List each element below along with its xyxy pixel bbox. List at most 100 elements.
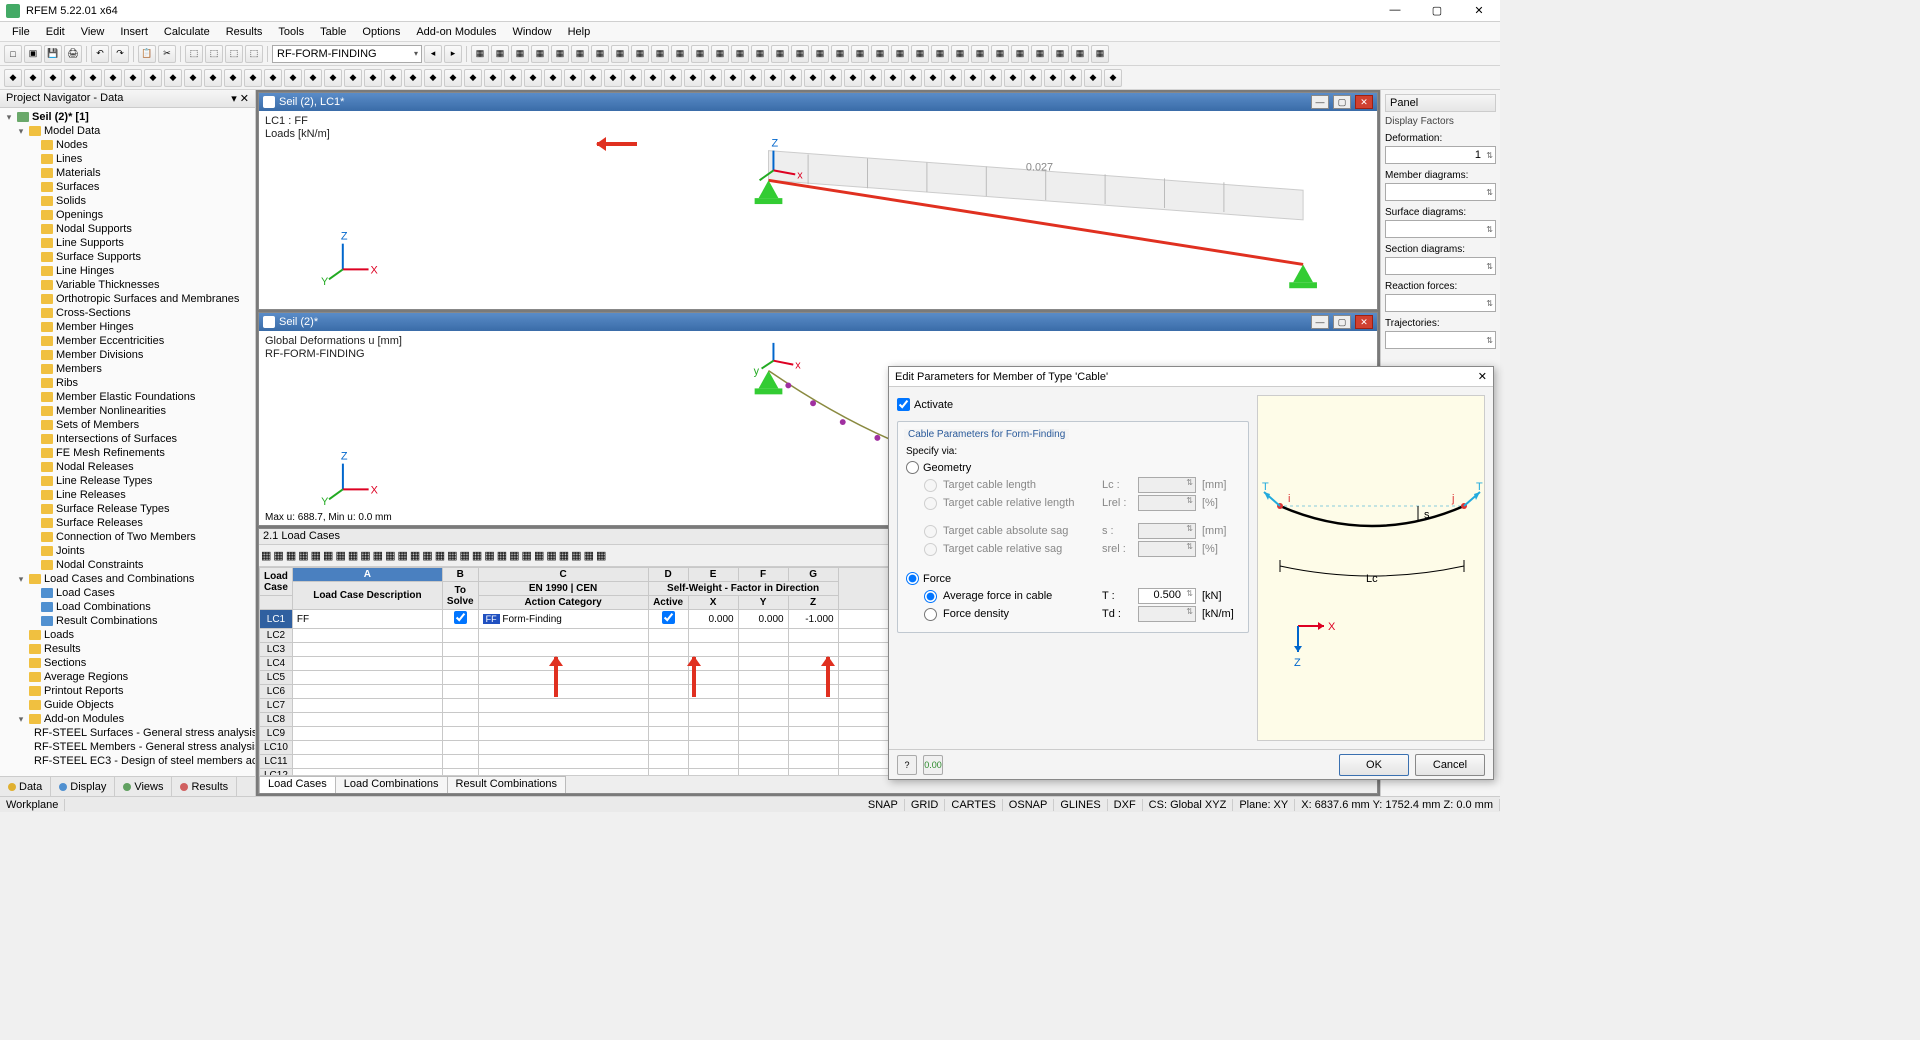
tree-item[interactable]: Member Hinges (4, 320, 251, 334)
nav-tab-display[interactable]: Display (51, 777, 115, 796)
tree-item[interactable]: Surface Releases (4, 516, 251, 530)
tree-item[interactable]: Nodal Constraints (4, 558, 251, 572)
toolbar-button[interactable]: ◆ (904, 69, 922, 87)
radio-force[interactable]: Force (906, 572, 1240, 585)
toolbar-button[interactable]: ▣ (24, 45, 42, 63)
status-glines[interactable]: GLINES (1054, 799, 1107, 811)
toolbar-button[interactable]: ◆ (844, 69, 862, 87)
table-toolbar-button[interactable]: ▦ (422, 549, 432, 562)
radio-geometry[interactable]: Geometry (906, 461, 1240, 474)
menu-file[interactable]: File (4, 24, 38, 40)
view-min-button[interactable]: — (1311, 315, 1329, 329)
nav-tab-results[interactable]: Results (172, 777, 237, 796)
table-toolbar-button[interactable]: ▦ (460, 549, 470, 562)
section-diagram-factor[interactable] (1385, 257, 1496, 275)
view-close-button[interactable]: ✕ (1355, 315, 1373, 329)
tree-item[interactable]: Solids (4, 194, 251, 208)
table-toolbar-button[interactable]: ▦ (546, 549, 556, 562)
toolbar-button[interactable]: ◆ (584, 69, 602, 87)
toolbar-button[interactable]: ▦ (571, 45, 589, 63)
table-toolbar-button[interactable]: ▦ (522, 549, 532, 562)
nav-tab-views[interactable]: Views (115, 777, 172, 796)
module-combo[interactable]: RF-FORM-FINDING (272, 45, 422, 63)
toolbar-button[interactable]: ◆ (804, 69, 822, 87)
table-toolbar-button[interactable]: ▦ (435, 549, 445, 562)
table-toolbar-button[interactable]: ▦ (534, 549, 544, 562)
toolbar-button[interactable]: ▦ (1091, 45, 1109, 63)
table-toolbar-button[interactable]: ▦ (311, 549, 321, 562)
toolbar-button[interactable]: ◆ (464, 69, 482, 87)
nav-tab-data[interactable]: Data (0, 777, 51, 796)
view-max-button[interactable]: ▢ (1333, 315, 1351, 329)
table-toolbar-button[interactable]: ▦ (273, 549, 283, 562)
tree-item[interactable]: Nodal Releases (4, 460, 251, 474)
toolbar-button[interactable]: ▦ (831, 45, 849, 63)
toolbar-button[interactable]: ◆ (24, 69, 42, 87)
table-toolbar-button[interactable]: ▦ (410, 549, 420, 562)
dialog-close-button[interactable]: ✕ (1478, 370, 1487, 383)
toolbar-button[interactable]: ▸ (444, 45, 462, 63)
member-diagram-factor[interactable] (1385, 183, 1496, 201)
toolbar-button[interactable]: ▦ (731, 45, 749, 63)
toolbar-button[interactable]: ◆ (504, 69, 522, 87)
tree-item[interactable]: Load Combinations (4, 600, 251, 614)
maximize-button[interactable]: ▢ (1422, 4, 1452, 17)
tree-item[interactable]: Openings (4, 208, 251, 222)
toolbar-button[interactable]: ◆ (404, 69, 422, 87)
table-toolbar-button[interactable]: ▦ (286, 549, 296, 562)
toolbar-button[interactable]: ▦ (1051, 45, 1069, 63)
tree-item[interactable]: RF-STEEL Surfaces - General stress analy… (4, 726, 251, 740)
toolbar-button[interactable]: ↶ (91, 45, 109, 63)
status-snap[interactable]: SNAP (862, 799, 905, 811)
toolbar-button[interactable]: ◆ (644, 69, 662, 87)
toolbar-button[interactable]: ✂ (158, 45, 176, 63)
toolbar-button[interactable]: ◆ (1064, 69, 1082, 87)
table-toolbar-button[interactable]: ▦ (447, 549, 457, 562)
tab-result-combinations[interactable]: Result Combinations (447, 776, 567, 793)
table-toolbar-button[interactable]: ▦ (559, 549, 569, 562)
tree-item[interactable]: Results (4, 642, 251, 656)
tree-item[interactable]: Member Eccentricities (4, 334, 251, 348)
toolbar-button[interactable]: ▦ (611, 45, 629, 63)
tree-item[interactable]: Nodes (4, 138, 251, 152)
toolbar-button[interactable]: ↷ (111, 45, 129, 63)
tree-item[interactable]: Line Supports (4, 236, 251, 250)
toolbar-button[interactable]: ▦ (1011, 45, 1029, 63)
navigator-tools[interactable]: ▾ ✕ (231, 92, 249, 105)
status-cartes[interactable]: CARTES (945, 799, 1002, 811)
toolbar-button[interactable]: ◆ (424, 69, 442, 87)
toolbar-button[interactable]: ▦ (751, 45, 769, 63)
tree-item[interactable]: Load Cases (4, 586, 251, 600)
status-osnap[interactable]: OSNAP (1003, 799, 1055, 811)
tree-item[interactable]: Printout Reports (4, 684, 251, 698)
toolbar-button[interactable]: ▦ (511, 45, 529, 63)
toolbar-button[interactable]: ◆ (604, 69, 622, 87)
table-toolbar-button[interactable]: ▦ (497, 549, 507, 562)
status-grid[interactable]: GRID (905, 799, 946, 811)
toolbar-button[interactable]: ◆ (864, 69, 882, 87)
minimize-button[interactable]: — (1380, 4, 1410, 17)
tree-item[interactable]: Connection of Two Members (4, 530, 251, 544)
tree-item[interactable]: Nodal Supports (4, 222, 251, 236)
toolbar-button[interactable]: 📋 (138, 45, 156, 63)
menu-view[interactable]: View (73, 24, 113, 40)
dialog-default-button[interactable]: 0.00 (923, 755, 943, 775)
toolbar-button[interactable]: ◆ (564, 69, 582, 87)
toolbar-button[interactable]: ◆ (1084, 69, 1102, 87)
input-avg-force[interactable]: 0.500 (1138, 588, 1196, 604)
table-toolbar-button[interactable]: ▦ (596, 549, 606, 562)
toolbar-button[interactable]: ◆ (524, 69, 542, 87)
toolbar-button[interactable]: ▦ (691, 45, 709, 63)
menu-calculate[interactable]: Calculate (156, 24, 218, 40)
toolbar-button[interactable]: ◆ (164, 69, 182, 87)
toolbar-button[interactable]: ▦ (971, 45, 989, 63)
toolbar-button[interactable]: ⬚ (225, 45, 243, 63)
toolbar-button[interactable]: ⬚ (185, 45, 203, 63)
menu-options[interactable]: Options (354, 24, 408, 40)
table-toolbar-button[interactable]: ▦ (385, 549, 395, 562)
toolbar-button[interactable]: ▦ (631, 45, 649, 63)
table-toolbar-button[interactable]: ▦ (335, 549, 345, 562)
surface-diagram-factor[interactable] (1385, 220, 1496, 238)
toolbar-button[interactable]: ◆ (384, 69, 402, 87)
menu-addon[interactable]: Add-on Modules (408, 24, 504, 40)
